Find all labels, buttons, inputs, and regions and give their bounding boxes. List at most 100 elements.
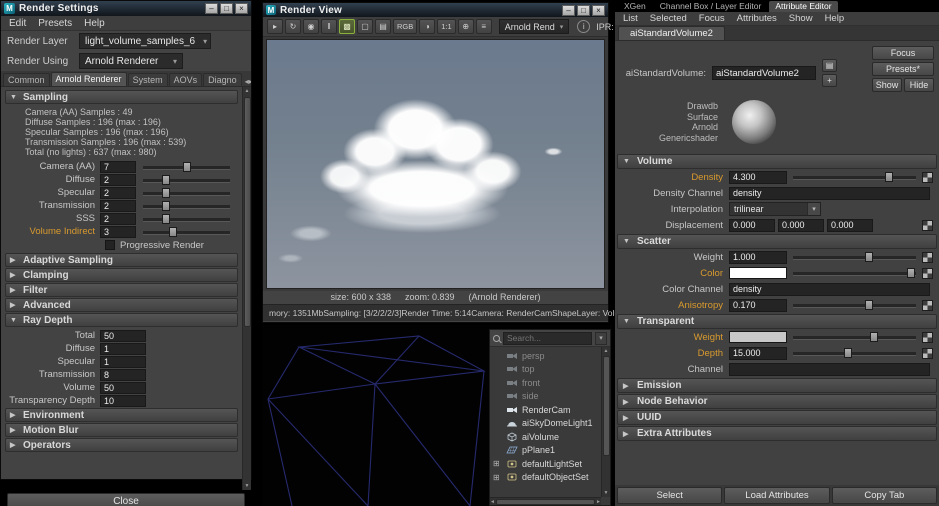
show-button[interactable]: Show <box>872 78 902 92</box>
section-sampling[interactable]: ▼ Sampling <box>5 90 238 104</box>
displacement-z-field[interactable] <box>827 219 873 232</box>
outliner-item-top[interactable]: top <box>490 363 601 377</box>
focus-button[interactable]: Focus <box>872 46 934 60</box>
settings-scrollbar[interactable]: ▲ ▼ <box>242 87 251 490</box>
pin-node-icon[interactable]: + <box>822 74 837 87</box>
menu-help[interactable]: Help <box>78 18 111 29</box>
ray-diffuse-field[interactable] <box>100 343 146 355</box>
render-using-dropdown[interactable]: Arnold Renderer ▾ <box>79 53 183 69</box>
outliner-item-front[interactable]: front <box>490 376 601 390</box>
color-channel-field[interactable] <box>729 283 930 296</box>
scrollbar-thumb[interactable] <box>496 499 595 505</box>
outliner-item-side[interactable]: side <box>490 390 601 404</box>
tab-channel-box[interactable]: Channel Box / Layer Editor <box>654 1 768 12</box>
scatter-weight-map-button[interactable] <box>922 252 933 263</box>
transparent-channel-field[interactable] <box>729 363 930 376</box>
density-channel-field[interactable] <box>729 187 930 200</box>
transmission-slider[interactable] <box>143 200 230 212</box>
select-button[interactable]: Select <box>617 487 722 504</box>
scatter-color-slider[interactable] <box>793 267 916 280</box>
redo-render-icon[interactable]: ↻ <box>285 19 301 34</box>
hide-button[interactable]: Hide <box>904 78 934 92</box>
maximize-icon[interactable]: □ <box>220 3 233 14</box>
options-icon[interactable]: ≡ <box>476 19 492 34</box>
transparent-weight-slider[interactable] <box>793 331 916 344</box>
section-environment[interactable]: ▶ Environment <box>5 408 238 422</box>
ray-specular-field[interactable] <box>100 356 146 368</box>
tab-diagnostics[interactable]: Diagno <box>203 73 242 86</box>
menu-list[interactable]: List <box>617 13 644 24</box>
pause-ipr-icon[interactable]: ‖ <box>321 19 337 34</box>
section-motion-blur[interactable]: ▶ Motion Blur <box>5 423 238 437</box>
zoom-reset-icon[interactable]: ⊕ <box>458 19 474 34</box>
minimize-icon[interactable]: – <box>562 5 575 16</box>
render-settings-titlebar[interactable]: M Render Settings – □ × <box>1 1 251 16</box>
slider-handle[interactable] <box>162 188 170 198</box>
outliner-item-defaultobjectset[interactable]: ⊞ defaultObjectSet <box>490 471 601 485</box>
slider-handle[interactable] <box>907 268 915 278</box>
expand-plus-icon[interactable]: ⊞ <box>493 459 502 468</box>
specular-field[interactable] <box>100 187 136 199</box>
search-filter-dropdown-icon[interactable]: ▾ <box>595 332 607 345</box>
close-icon[interactable]: × <box>592 5 605 16</box>
scroll-down-icon[interactable]: ▼ <box>245 482 250 490</box>
scatter-weight-field[interactable] <box>729 251 787 264</box>
diffuse-field[interactable] <box>100 174 136 186</box>
ray-total-field[interactable] <box>100 330 146 342</box>
section-node-behavior[interactable]: ▶ Node Behavior <box>617 394 937 409</box>
presets-button[interactable]: Presets* <box>872 62 934 76</box>
slider-handle[interactable] <box>162 201 170 211</box>
transparency-depth-field[interactable] <box>100 395 146 407</box>
outliner-scrollbar[interactable]: ▲ ▼ <box>601 347 610 497</box>
camera-aa-field[interactable] <box>100 161 136 173</box>
menu-presets[interactable]: Presets <box>32 18 78 29</box>
ray-transmission-field[interactable] <box>100 369 146 381</box>
interpolation-dropdown[interactable]: trilinear ▾ <box>729 202 821 216</box>
outliner-item-pplane1[interactable]: pPlane1 <box>490 444 601 458</box>
rgb-channels-icon[interactable]: RGB <box>393 19 417 34</box>
outliner-hscrollbar[interactable]: ◄ ► <box>490 497 601 505</box>
outliner-item-defaultlightset[interactable]: ⊞ defaultLightSet <box>490 457 601 471</box>
displacement-y-field[interactable] <box>778 219 824 232</box>
sss-field[interactable] <box>100 213 136 225</box>
node-list-icon[interactable]: ▤ <box>822 59 837 72</box>
menu-show[interactable]: Show <box>783 13 819 24</box>
section-transparent[interactable]: ▼ Transparent <box>617 314 937 329</box>
one-to-one-icon[interactable]: 1:1 <box>437 19 455 34</box>
section-scatter[interactable]: ▼ Scatter <box>617 234 937 249</box>
close-settings-button[interactable]: Close <box>7 493 245 506</box>
slider-handle[interactable] <box>169 227 177 237</box>
render-view-titlebar[interactable]: M Render View – □ × <box>263 3 608 17</box>
material-swatch[interactable] <box>732 100 776 144</box>
tab-scroll-icon[interactable]: ◂▸ <box>243 77 251 86</box>
section-filter[interactable]: ▶ Filter <box>5 283 238 297</box>
expand-plus-icon[interactable]: ⊞ <box>493 473 502 482</box>
transparent-weight-swatch[interactable] <box>729 331 787 343</box>
search-input[interactable] <box>503 332 592 345</box>
transparent-depth-map-button[interactable] <box>922 348 933 359</box>
density-slider[interactable] <box>793 171 916 184</box>
region-render-icon[interactable]: ▩ <box>339 19 355 34</box>
slider-handle[interactable] <box>844 348 852 358</box>
load-attributes-button[interactable]: Load Attributes <box>724 487 829 504</box>
node-tab-aistandardvolume2[interactable]: aiStandardVolume2 <box>618 26 725 40</box>
anisotropy-field[interactable] <box>729 299 787 312</box>
section-volume[interactable]: ▼ Volume <box>617 154 937 169</box>
displacement-map-button[interactable] <box>922 220 933 231</box>
diffuse-slider[interactable] <box>143 174 230 186</box>
anisotropy-map-button[interactable] <box>922 300 933 311</box>
slider-handle[interactable] <box>870 332 878 342</box>
slider-handle[interactable] <box>162 175 170 185</box>
transmission-field[interactable] <box>100 200 136 212</box>
ray-volume-field[interactable] <box>100 382 146 394</box>
specular-slider[interactable] <box>143 187 230 199</box>
scroll-down-icon[interactable]: ▼ <box>604 489 609 497</box>
scroll-up-icon[interactable]: ▲ <box>604 347 609 355</box>
menu-help[interactable]: Help <box>819 13 851 24</box>
transparent-depth-slider[interactable] <box>793 347 916 360</box>
rendered-cloud-image[interactable] <box>266 39 605 289</box>
scrollbar-thumb[interactable] <box>603 356 610 456</box>
outliner-item-persp[interactable]: persp <box>490 349 601 363</box>
outliner-item-rendercam[interactable]: RenderCam <box>490 403 601 417</box>
render-icon[interactable]: ▸ <box>267 19 283 34</box>
